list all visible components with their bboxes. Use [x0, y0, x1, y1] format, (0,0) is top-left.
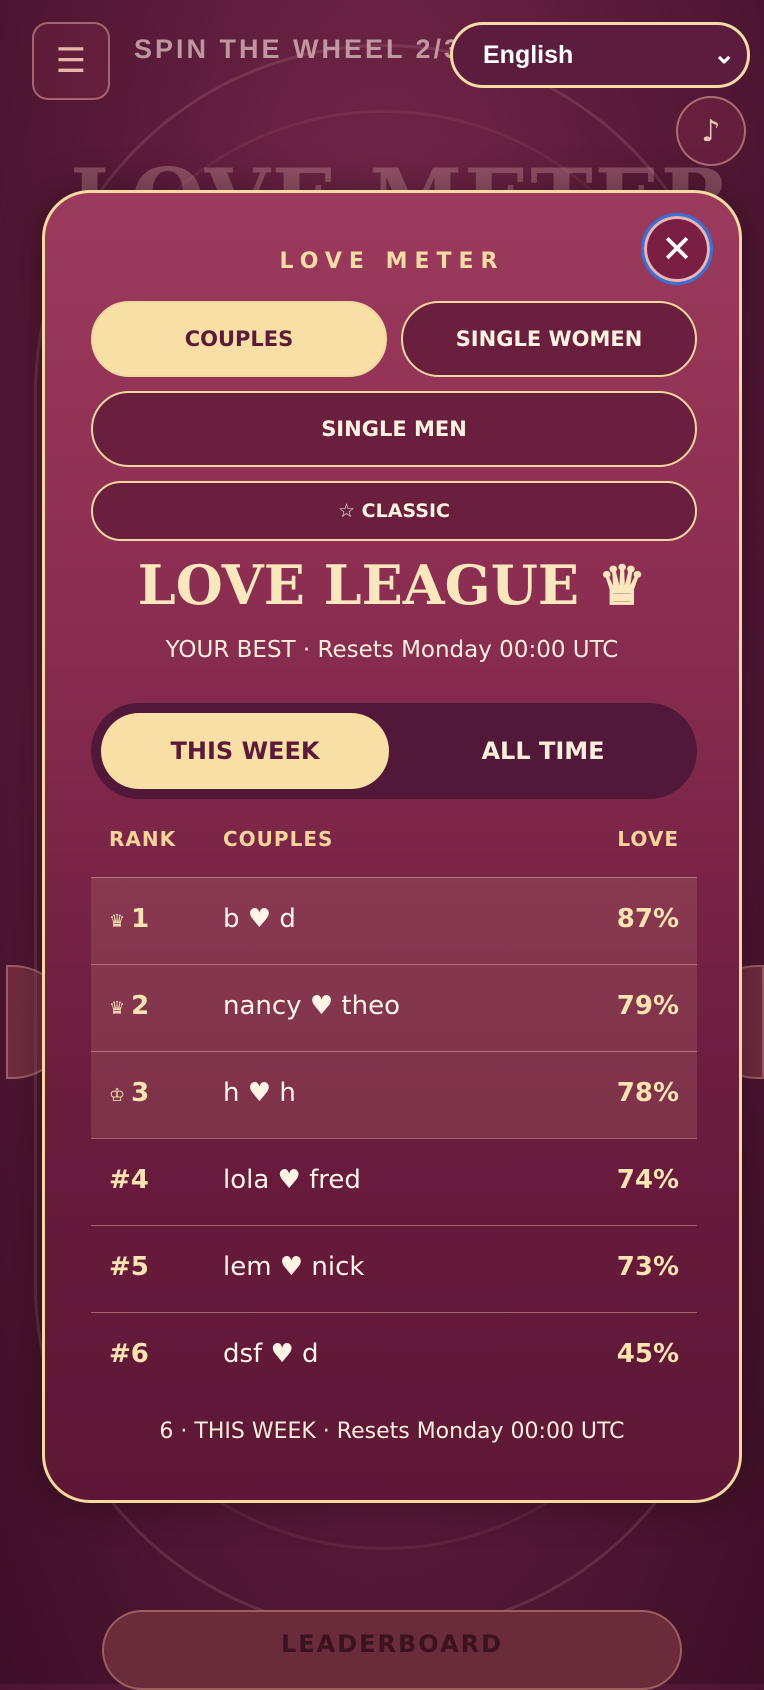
couple-name: lola ♥ fred [223, 1165, 361, 1195]
couple-name: lem ♥ nick [223, 1252, 365, 1282]
league-subtitle: YOUR BEST · Resets Monday 00:00 UTC [165, 637, 619, 663]
couple-name: nancy ♥ theo [223, 991, 400, 1021]
rank-value: #5 [109, 1252, 149, 1282]
table-row: #6 dsf ♥ d 45% [91, 1312, 697, 1399]
love-score: 45% [616, 1339, 679, 1369]
modal-heading: LOVE METER [279, 249, 505, 274]
rank-cell: ♔ 3 [109, 1078, 149, 1108]
category-classic[interactable]: ☆ CLASSIC [91, 481, 697, 541]
chevron-down-icon: ⌄ [713, 39, 735, 69]
tab-all-time[interactable]: ALL TIME [399, 713, 687, 789]
leaderboard-button[interactable]: LEADERBOARD [102, 1610, 682, 1690]
league-title: LOVE LEAGUE ♛ [137, 553, 647, 617]
column-rank: RANK [109, 827, 177, 851]
table-row: ♔ 3 h ♥ h 78% [91, 1051, 697, 1138]
category-couples[interactable]: COUPLES [91, 301, 387, 377]
music-note-icon: ♪ [701, 113, 721, 149]
crown-outline-icon: ♔ [109, 1085, 126, 1106]
leaderboard-table: ♛ 1 b ♥ d 87% ♛ 2 nancy ♥ theo 79% ♔ 3 h ♥ … [91, 877, 697, 1399]
table-row: ♛ 1 b ♥ d 87% [91, 877, 697, 964]
menu-button[interactable]: ☰ [32, 22, 110, 100]
love-league-modal: ✕ LOVE METER COUPLES SINGLE WOMEN SINGLE… [42, 190, 742, 1503]
couple-name: dsf ♥ d [223, 1339, 319, 1369]
language-value: English [483, 40, 574, 69]
table-header: RANK COUPLES LOVE [91, 817, 697, 861]
rank-value: 1 [131, 904, 150, 934]
language-select[interactable]: English ⌄ [450, 22, 750, 88]
love-score: 74% [616, 1165, 679, 1195]
love-score: 78% [616, 1078, 679, 1108]
table-row: #4 lola ♥ fred 74% [91, 1138, 697, 1225]
couple-name: b ♥ d [223, 904, 296, 934]
music-toggle-button[interactable]: ♪ [676, 96, 746, 166]
category-single-men[interactable]: SINGLE MEN [91, 391, 697, 467]
column-love: LOVE [617, 827, 679, 851]
love-score: 87% [616, 904, 679, 934]
crown-icon: ♛ [109, 911, 126, 932]
couple-name: h ♥ h [223, 1078, 296, 1108]
table-row: #5 lem ♥ nick 73% [91, 1225, 697, 1312]
rank-value: #6 [109, 1339, 149, 1369]
hamburger-icon: ☰ [55, 41, 87, 81]
rank-value: #4 [109, 1165, 149, 1195]
love-score: 79% [616, 991, 679, 1021]
rank-value: 2 [131, 991, 150, 1021]
rank-cell: ♛ 1 [109, 904, 149, 934]
crown-icon: ♛ [109, 998, 126, 1019]
spin-counter: SPIN THE WHEEL 2/3 [134, 34, 463, 64]
table-row: ♛ 2 nancy ♥ theo 79% [91, 964, 697, 1051]
period-toggle: THIS WEEK ALL TIME [91, 703, 697, 799]
column-couples: COUPLES [223, 827, 334, 851]
rank-cell: ♛ 2 [109, 991, 149, 1021]
rank-value: 3 [131, 1078, 150, 1108]
tab-this-week[interactable]: THIS WEEK [101, 713, 389, 789]
footer-note: 6 · THIS WEEK · Resets Monday 00:00 UTC [159, 1419, 625, 1444]
category-single-women[interactable]: SINGLE WOMEN [401, 301, 697, 377]
love-score: 73% [616, 1252, 679, 1282]
